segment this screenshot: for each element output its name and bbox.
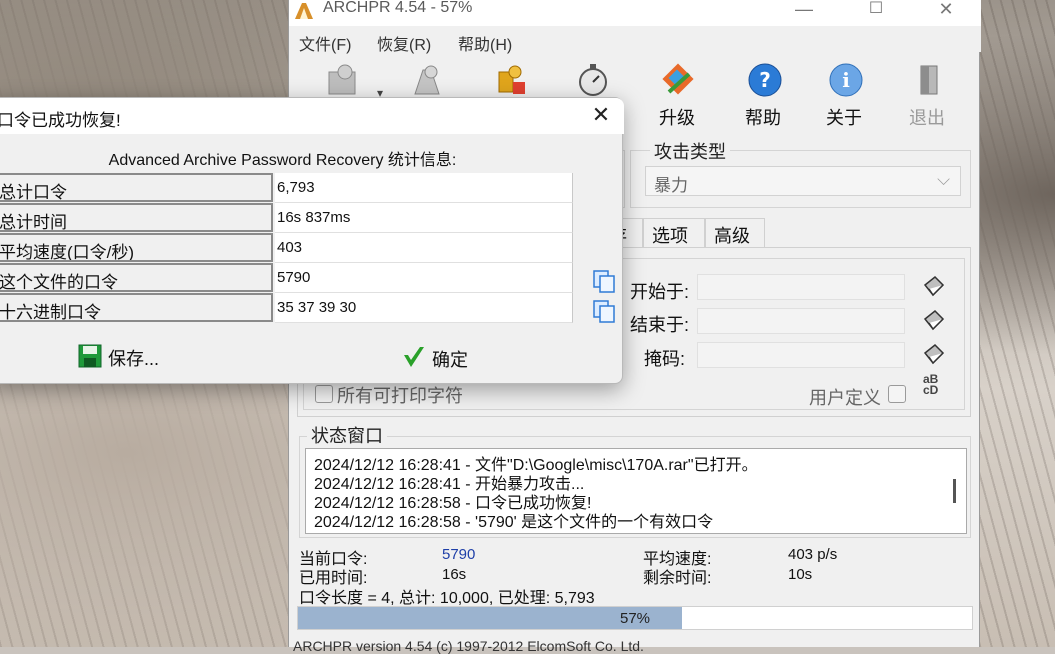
stat-label-total-time: 总计时间 bbox=[0, 203, 273, 232]
about-label: 关于 bbox=[826, 108, 862, 128]
stat-value-hex-password[interactable]: 35 37 39 30 bbox=[275, 293, 573, 323]
end-at-label: 结束于: bbox=[630, 315, 690, 335]
title-bar[interactable]: ARCHPR 4.54 - 57% — ☐ ✕ bbox=[289, 0, 981, 26]
mask-label: 掩码: bbox=[644, 349, 686, 369]
clear-end-icon[interactable] bbox=[921, 307, 947, 333]
ok-button[interactable]: 确定 bbox=[402, 343, 492, 373]
progress-text: 57% bbox=[619, 610, 651, 627]
close-button[interactable]: ✕ bbox=[923, 0, 969, 26]
start-from-label: 开始于: bbox=[630, 282, 690, 302]
help-button[interactable]: ? 帮助 bbox=[733, 58, 793, 128]
status-line: 2024/12/12 16:28:58 - '5790' 是这个文件的一个有效口… bbox=[314, 514, 714, 531]
open-icon bbox=[328, 64, 356, 95]
info-icon: i bbox=[829, 63, 863, 97]
stat-value-file-password[interactable]: 5790 bbox=[275, 263, 573, 293]
progress-bar: 57% bbox=[297, 606, 973, 630]
svg-text:i: i bbox=[842, 68, 850, 92]
ok-label: 确定 bbox=[432, 350, 468, 370]
maximize-button[interactable]: ☐ bbox=[853, 0, 899, 26]
status-window-title: 状态窗口 bbox=[307, 422, 387, 448]
save-label: 保存... bbox=[108, 349, 160, 369]
user-defined-checkbox[interactable] bbox=[888, 385, 906, 403]
password-summary: 口令长度 = 4, 总计: 10,000, 已处理: 5,793 bbox=[299, 590, 595, 607]
statistics-header: Advanced Archive Password Recovery 统计信息: bbox=[108, 152, 457, 169]
menu-bar: 文件(F) 恢复(R) 帮助(H) bbox=[289, 26, 981, 55]
minimize-button[interactable]: — bbox=[781, 0, 827, 26]
stat-value-average-speed[interactable]: 403 bbox=[275, 233, 573, 263]
help-icon: ? bbox=[748, 63, 782, 97]
checkmark-icon bbox=[404, 347, 424, 367]
tab-options[interactable]: 选项 bbox=[643, 218, 705, 248]
clear-start-icon[interactable] bbox=[921, 273, 947, 299]
mask-input[interactable] bbox=[697, 342, 905, 368]
dialog-close-button[interactable]: ✕ bbox=[586, 102, 616, 130]
start-from-input[interactable] bbox=[697, 274, 905, 300]
stat-label-file-password: 这个文件的口令 bbox=[0, 263, 273, 292]
start-icon bbox=[414, 65, 440, 95]
status-bar-text: ARCHPR version 4.54 (c) 1997-2012 ElcomS… bbox=[293, 638, 644, 654]
svg-text:?: ? bbox=[759, 68, 771, 92]
all-printable-checkbox[interactable] bbox=[315, 385, 333, 403]
dialog-title: 口令已成功恢复! bbox=[0, 111, 121, 130]
tab-advanced[interactable]: 高级 bbox=[705, 218, 765, 248]
exit-label: 退出 bbox=[909, 108, 945, 128]
clear-mask-icon[interactable] bbox=[921, 341, 947, 367]
menu-help[interactable]: 帮助(H) bbox=[458, 31, 512, 55]
upgrade-icon bbox=[662, 63, 694, 95]
all-printable-label: 所有可打印字符 bbox=[337, 386, 463, 406]
stopwatch-icon bbox=[579, 64, 607, 96]
exit-button[interactable]: 退出 bbox=[897, 58, 957, 128]
current-password-value: 5790 bbox=[442, 546, 476, 563]
chevron-down-icon: ⌵ bbox=[937, 170, 950, 189]
app-icon bbox=[295, 3, 313, 19]
copy-hex-icon[interactable] bbox=[591, 298, 617, 324]
remaining-time-value: 10s bbox=[788, 566, 813, 583]
stat-value-total-passwords[interactable]: 6,793 bbox=[275, 173, 573, 203]
copy-password-icon[interactable] bbox=[591, 268, 617, 294]
charset-icon[interactable]: aB cD bbox=[923, 373, 945, 396]
about-button[interactable]: i 关于 bbox=[814, 58, 874, 128]
user-defined-label: 用户定义 bbox=[809, 388, 881, 408]
stat-label-hex-password: 十六进制口令 bbox=[0, 293, 273, 322]
dialog-title-bar[interactable]: 口令已成功恢复! ✕ bbox=[0, 98, 624, 134]
menu-recovery[interactable]: 恢复(R) bbox=[377, 31, 431, 55]
end-at-input[interactable] bbox=[697, 308, 905, 334]
help-label: 帮助 bbox=[745, 108, 781, 128]
attack-type-value: 暴力 bbox=[654, 176, 688, 195]
remaining-time-label: 剩余时间: bbox=[643, 570, 712, 587]
menu-file[interactable]: 文件(F) bbox=[299, 31, 351, 55]
attack-type-title: 攻击类型 bbox=[650, 138, 730, 164]
password-recovered-dialog: 口令已成功恢复! ✕ Advanced Archive Password Rec… bbox=[0, 97, 624, 384]
average-speed-value: 403 p/s bbox=[788, 546, 838, 563]
elapsed-time-value: 16s bbox=[442, 566, 467, 583]
stat-value-total-time[interactable]: 16s 837ms bbox=[275, 203, 573, 233]
stat-label-average-speed: 平均速度(口令/秒) bbox=[0, 233, 273, 262]
window-title: ARCHPR 4.54 - 57% bbox=[323, 0, 473, 16]
floppy-disk-icon bbox=[78, 344, 102, 368]
upgrade-button[interactable]: 升级 bbox=[647, 58, 707, 128]
lock-key-icon bbox=[498, 65, 525, 94]
attack-type-select[interactable]: 暴力 ⌵ bbox=[645, 166, 961, 196]
exit-door-icon bbox=[920, 65, 938, 95]
upgrade-label: 升级 bbox=[659, 108, 695, 128]
stat-label-total-passwords: 总计口令 bbox=[0, 173, 273, 202]
save-button[interactable]: 保存... bbox=[78, 342, 188, 372]
status-log[interactable]: 2024/12/12 16:28:41 - 文件"D:\Google\misc\… bbox=[305, 448, 967, 534]
status-scrollbar[interactable] bbox=[953, 479, 956, 503]
